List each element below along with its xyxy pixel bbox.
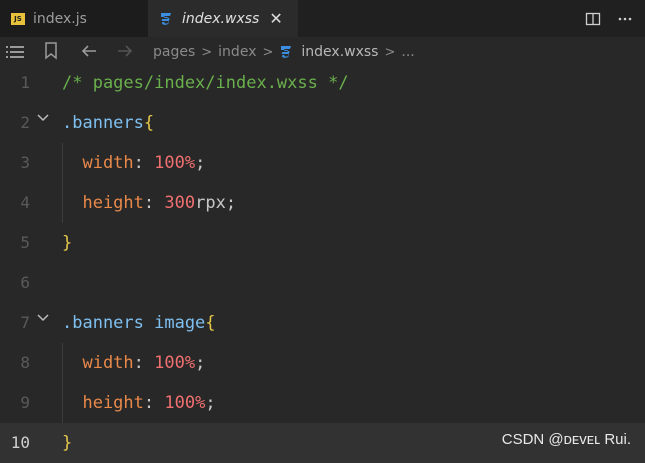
code-token: width — [62, 353, 134, 373]
line-number: 3 — [20, 153, 30, 172]
code-token: height — [62, 193, 144, 213]
tab-index-wxss[interactable]: index.wxss ✕ — [148, 0, 298, 37]
code-token: ; — [195, 353, 206, 373]
code-token: ; — [225, 193, 237, 213]
split-editor-icon[interactable] — [581, 7, 605, 31]
code-text: } — [62, 223, 72, 263]
line-number: 8 — [20, 353, 30, 372]
code-token: ; — [195, 153, 206, 173]
more-actions-icon[interactable] — [613, 7, 637, 31]
code-text: /* pages/index/index.wxss */ — [62, 63, 349, 103]
tab-label: index.wxss — [182, 10, 260, 27]
breadcrumb-item[interactable]: pages — [153, 44, 195, 60]
fold-chevron-icon[interactable] — [37, 113, 49, 123]
back-arrow-icon[interactable] — [80, 43, 98, 59]
fold-chevron-icon[interactable] — [37, 313, 49, 323]
code-token: .banners image — [62, 313, 206, 333]
editor-actions — [581, 0, 645, 37]
line-number: 9 — [20, 393, 30, 412]
tab-bar: JS index.js index.wxss ✕ — [0, 0, 645, 37]
breadcrumb-item[interactable]: index — [218, 44, 256, 60]
js-file-icon: JS — [11, 12, 25, 25]
code-token: rpx — [195, 193, 226, 213]
code-token: 100% — [154, 353, 196, 373]
code-line[interactable]: 7 .banners image{ — [0, 303, 645, 343]
code-line[interactable]: 5} — [0, 223, 645, 263]
code-token: .banners — [62, 113, 144, 133]
line-number: 4 — [20, 193, 30, 212]
code-token: 300 — [164, 193, 196, 213]
line-number: 5 — [20, 233, 30, 252]
code-text: width: 100%; — [62, 343, 205, 383]
code-text: height: 100%; — [62, 383, 216, 423]
code-token: : — [143, 193, 165, 213]
code-line[interactable]: 4 height: 300rpx; — [0, 183, 645, 223]
code-text: width: 100%; — [62, 143, 205, 183]
line-number: 10 — [10, 433, 30, 452]
breadcrumb-item[interactable]: ... — [401, 44, 414, 60]
bookmark-icon[interactable] — [44, 42, 58, 60]
tab-index-js[interactable]: JS index.js — [0, 0, 148, 37]
code-text: height: 300rpx; — [62, 183, 236, 223]
chevron-right-icon: > — [384, 44, 396, 60]
code-token: 100% — [164, 393, 206, 413]
css-file-icon — [159, 11, 173, 27]
watermark: CSDN @ᴅᴇᴠᴇʟ Rui. — [501, 431, 631, 448]
line-number: 1 — [20, 73, 30, 92]
breadcrumb-item[interactable]: index.wxss — [301, 44, 378, 60]
code-editor[interactable]: 1/* pages/index/index.wxss */2 .banners{3… — [0, 63, 645, 463]
code-text: } — [62, 423, 72, 463]
code-line[interactable]: 2 .banners{ — [0, 103, 645, 143]
code-token: 100% — [154, 153, 196, 173]
line-number: 6 — [20, 273, 30, 292]
code-token: { — [205, 313, 216, 333]
code-token: } — [62, 233, 73, 253]
close-icon[interactable]: ✕ — [269, 9, 282, 28]
code-token: : — [143, 393, 165, 413]
css-file-icon — [279, 44, 293, 60]
list-icon[interactable] — [6, 44, 24, 60]
code-token: ; — [205, 393, 216, 413]
code-token: : — [133, 153, 155, 173]
code-token: /* pages/index/index.wxss */ — [62, 73, 349, 93]
forward-arrow-icon[interactable] — [116, 43, 134, 59]
tab-label: index.js — [33, 10, 87, 27]
code-line[interactable]: 1 /* pages/index/index.wxss */ — [0, 63, 645, 103]
code-token: width — [62, 153, 134, 173]
code-text: .banners{ — [62, 103, 154, 143]
line-number: 7 — [20, 313, 30, 332]
chevron-right-icon: > — [201, 44, 213, 60]
code-line[interactable]: 9 height: 100%; — [0, 383, 645, 423]
line-number: 2 — [20, 113, 30, 132]
chevron-right-icon: > — [262, 44, 274, 60]
code-line[interactable]: 8 width: 100%; — [0, 343, 645, 383]
code-token: { — [143, 113, 155, 133]
code-line[interactable]: 6 — [0, 263, 645, 303]
code-token: } — [62, 433, 73, 453]
code-token: : — [133, 353, 155, 373]
code-token: height — [62, 393, 144, 413]
code-text: .banners image{ — [62, 303, 216, 343]
code-line[interactable]: 3 width: 100%; — [0, 143, 645, 183]
